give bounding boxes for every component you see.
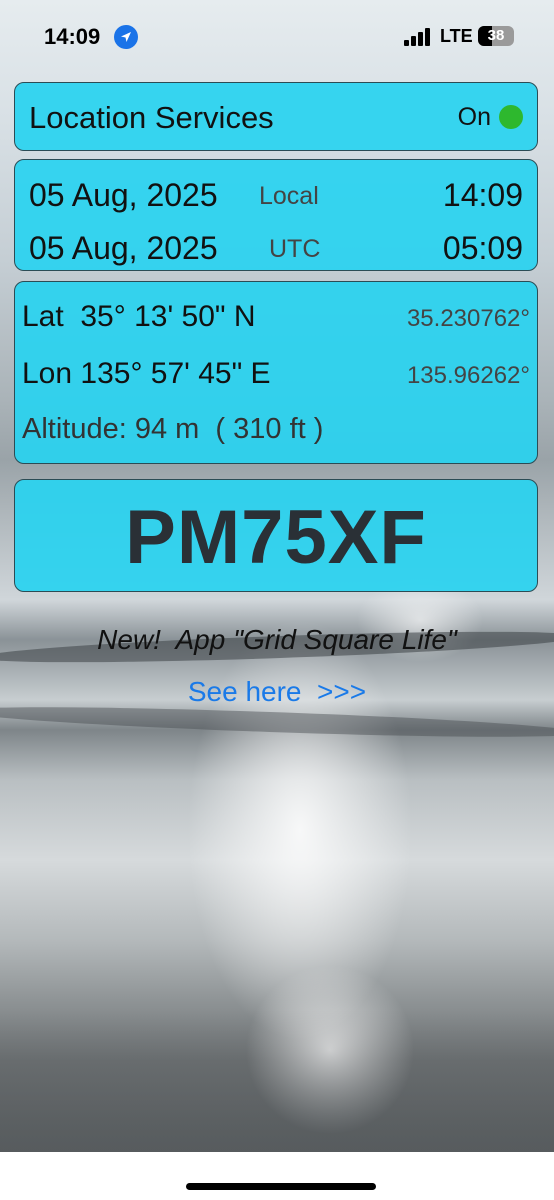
status-dot-icon	[499, 105, 523, 129]
home-indicator[interactable]	[186, 1183, 376, 1190]
location-arrow-icon	[114, 25, 138, 49]
utc-date: 05 Aug, 2025	[29, 230, 218, 266]
battery-level: 38	[487, 27, 505, 44]
location-services-label: Location Services	[29, 100, 274, 135]
signal-icon	[404, 28, 434, 46]
altitude: Altitude: 94 m ( 310 ft )	[22, 413, 324, 445]
local-time: 14:09	[442, 177, 523, 213]
see-here-link[interactable]: See here >>>	[0, 676, 554, 708]
battery-icon: 38	[478, 26, 514, 46]
latitude-decimal: 35.230762°	[406, 305, 530, 332]
utc-time: 05:09	[442, 230, 523, 266]
latitude-dms: Lat 35° 13' 50" N	[22, 300, 256, 333]
longitude-decimal: 135.96262°	[406, 362, 530, 389]
status-time: 14:09	[44, 24, 101, 49]
promo-text: New! App "Grid Square Life"	[97, 624, 457, 655]
grid-square-locator: PM75XF	[125, 495, 427, 580]
bottom-bar	[0, 1152, 554, 1200]
longitude-dms: Lon 135° 57' 45" E	[22, 357, 271, 390]
local-date: 05 Aug, 2025	[29, 177, 218, 213]
utc-zone-label: UTC	[269, 235, 321, 263]
coordinates-card: Lat 35° 13' 50" N 35.230762° Lon 135° 57…	[14, 281, 538, 464]
location-services-status: On	[457, 103, 491, 131]
datetime-card: 05 Aug, 2025 Local 14:09 05 Aug, 2025 UT…	[14, 159, 538, 271]
location-services-card[interactable]: Location Services On	[14, 82, 538, 151]
local-zone-label: Local	[259, 182, 319, 210]
network-type: LTE	[440, 26, 473, 46]
grid-square-card: PM75XF	[14, 479, 538, 592]
status-bar: 14:09 LTE 38	[0, 0, 554, 70]
